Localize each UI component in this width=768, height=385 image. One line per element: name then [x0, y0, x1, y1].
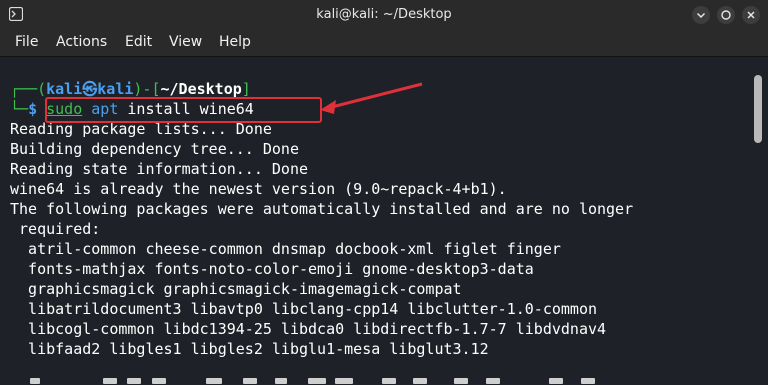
output-line: required: — [10, 220, 101, 238]
close-button[interactable] — [742, 6, 760, 24]
command-highlight-box — [45, 97, 322, 123]
prompt-path: ~/Desktop — [160, 80, 242, 98]
divider — [243, 378, 257, 384]
menu-file[interactable]: File — [15, 34, 38, 50]
divider — [454, 378, 468, 384]
prompt-line: ┌──(kali㉿kali)-[~/Desktop] — [10, 80, 251, 98]
divider — [549, 378, 563, 384]
divider — [30, 378, 40, 384]
divider — [206, 378, 222, 384]
divider — [335, 378, 353, 384]
minimize-icon — [696, 12, 706, 19]
output-line: Reading state information... Done — [10, 160, 309, 178]
maximize-icon — [721, 10, 731, 20]
output-line: Building dependency tree... Done — [10, 140, 299, 158]
close-icon — [747, 11, 755, 19]
prompt-dollar: $ — [28, 100, 38, 118]
menu-help[interactable]: Help — [219, 34, 251, 50]
output-line: libatrildocument3 libavtp0 libclang-cpp1… — [10, 300, 597, 318]
output-line: libfaad2 libgles1 libgles2 libglu1-mesa … — [10, 340, 489, 358]
output-line: fonts-mathjax fonts-noto-color-emoji gno… — [10, 260, 534, 278]
menu-view[interactable]: View — [169, 34, 202, 50]
divider — [413, 378, 427, 384]
output-line: wine64 is already the newest version (9.… — [10, 180, 507, 198]
output-line: graphicsmagick graphicsmagick-imagemagic… — [10, 280, 462, 298]
output-line: atril-common cheese-common dnsmap docboo… — [10, 240, 561, 258]
output-line: libcogl-common libdc1394-25 libdca0 libd… — [10, 320, 607, 338]
scrollbar-thumb[interactable] — [754, 75, 762, 143]
divider — [152, 378, 166, 384]
terminal-window: kali@kali: ~/Desktop File Actions Edit V… — [0, 0, 768, 385]
maximize-button[interactable] — [717, 6, 735, 24]
title-bar[interactable]: kali@kali: ~/Desktop — [0, 0, 768, 30]
prompt-user: kali — [46, 80, 83, 98]
divider — [581, 378, 595, 384]
menu-bar: File Actions Edit View Help — [0, 30, 768, 56]
divider — [103, 378, 117, 384]
divider — [382, 378, 396, 384]
divider — [127, 378, 141, 384]
menu-actions[interactable]: Actions — [56, 34, 107, 50]
prompt-at-symbol: ㉿ — [82, 80, 98, 98]
window-title: kali@kali: ~/Desktop — [316, 7, 452, 22]
menu-edit[interactable]: Edit — [125, 34, 152, 50]
minimize-button[interactable] — [692, 6, 710, 24]
divider — [275, 378, 287, 384]
prompt-host: kali — [97, 80, 134, 98]
output-line: The following packages were automaticall… — [10, 200, 634, 218]
annotation-arrow-icon — [320, 82, 423, 114]
divider — [308, 378, 326, 384]
divider — [486, 378, 500, 384]
